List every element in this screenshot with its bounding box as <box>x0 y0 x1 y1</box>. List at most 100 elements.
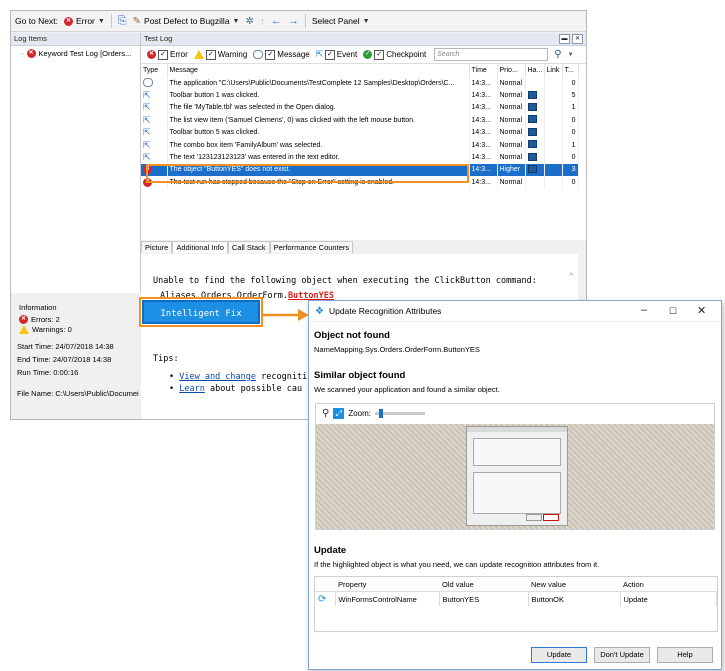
t-cell: 5 <box>562 89 579 102</box>
table-row[interactable]: ⇱ The combo box item 'FamilyAlbum' was se… <box>141 138 579 152</box>
action-cell[interactable]: Update <box>620 591 717 606</box>
tip-text: recogniti <box>256 372 308 382</box>
event-cursor-icon: ⇱ <box>143 102 151 113</box>
picture-icon[interactable] <box>527 115 537 124</box>
settings-button[interactable]: ✲ <box>245 16 253 27</box>
chevron-down-icon: ▼ <box>97 17 105 25</box>
table-row[interactable]: ⟳ WinFormsControlName ButtonYES ButtonOK… <box>315 591 717 606</box>
information-panel: Information ✕ Errors: 2 Warnings: 0 Start… <box>11 294 140 419</box>
type-cell: ⇱ <box>141 101 168 115</box>
column-header-priority[interactable]: Prio... <box>497 64 526 77</box>
tab-performance-counters[interactable]: Performance Counters <box>269 241 354 253</box>
table-row[interactable]: ⇱ The file 'MyTable.tbl' was selected in … <box>141 101 579 115</box>
new-value-cell: ButtonOK <box>528 591 621 606</box>
search-icon[interactable]: ⚲ <box>554 49 561 60</box>
tab-additional-info[interactable]: Additional Info <box>172 241 228 253</box>
column-header-new-value: New value <box>528 577 620 592</box>
filter-message-label: Message <box>277 50 310 59</box>
warning-icon <box>193 50 204 59</box>
zoom-slider[interactable] <box>375 408 425 418</box>
filter-bar: ✕ ✓ Error ✓ Warning ✓ Message ⇱ ✓ Event ✓ ✓ Chec… <box>141 46 586 64</box>
similar-object-heading: Similar object found <box>314 370 406 381</box>
pointer-arrow-icon <box>262 309 309 321</box>
picture-icon[interactable] <box>527 152 537 161</box>
picture-icon[interactable] <box>527 102 537 111</box>
event-cursor-icon: ⇱ <box>143 90 151 101</box>
column-header-link[interactable]: Link <box>544 64 563 77</box>
checkbox-checked-icon[interactable]: ✓ <box>374 49 385 60</box>
log-tree-item[interactable]: - ✕ Keyword Test Log [Orders... <box>11 46 140 58</box>
column-header-time[interactable]: Time <box>469 64 498 77</box>
go-to-next-error-button[interactable]: ✕ Error ▼ <box>64 16 105 26</box>
minimize-icon[interactable]: – <box>641 304 647 316</box>
view-and-change-link[interactable]: View and change <box>179 372 256 382</box>
checkbox-checked-icon[interactable]: ✓ <box>158 49 168 60</box>
help-button[interactable]: Help <box>657 647 713 663</box>
scroll-up-icon[interactable]: ⌃ <box>569 272 574 282</box>
search-input[interactable]: Search <box>434 48 549 61</box>
dialog-title: Update Recognition Attributes <box>328 306 442 316</box>
tab-picture[interactable]: Picture <box>141 241 173 253</box>
minimize-panel-button[interactable]: ▬ <box>559 34 570 44</box>
picture-icon[interactable] <box>527 90 537 99</box>
close-icon[interactable]: ✕ <box>697 304 706 317</box>
error-icon: ✕ <box>64 16 73 26</box>
zoom-slider-thumb[interactable] <box>379 408 383 418</box>
maximize-icon[interactable]: ☐ <box>669 306 677 317</box>
chevron-down-icon: ▼ <box>362 17 370 25</box>
fit-to-window-icon[interactable]: ⤢ <box>333 407 345 419</box>
priority-cell: Normal <box>497 151 526 164</box>
learn-link[interactable]: Learn <box>179 384 205 394</box>
filter-error[interactable]: ✕ ✓ Error <box>147 49 188 60</box>
checkbox-checked-icon[interactable]: ✓ <box>324 49 335 60</box>
post-defect-button[interactable]: ✎ Post Defect to Bugzilla ▼ <box>133 16 240 27</box>
close-panel-button[interactable]: ✕ <box>572 34 583 44</box>
filter-warning[interactable]: ✓ Warning <box>193 49 247 60</box>
column-header-t[interactable]: T... <box>562 64 579 77</box>
t-cell: 0 <box>562 114 579 127</box>
table-row[interactable]: ⇱ Toolbar button 1 was clicked. 14:3... Nor… <box>141 89 579 102</box>
tab-call-stack[interactable]: Call Stack <box>227 241 270 253</box>
message-cell: The file 'MyTable.tbl' was selected in t… <box>167 101 470 115</box>
filter-event[interactable]: ⇱ ✓ Event <box>315 49 357 60</box>
event-cursor-icon: ⇱ <box>315 49 324 59</box>
priority-cell: Normal <box>497 101 526 115</box>
table-row[interactable]: The application "C:\Users\Public\Documen… <box>141 77 579 90</box>
checkbox-checked-icon[interactable]: ✓ <box>205 49 216 60</box>
t-cell: 1 <box>562 138 579 152</box>
update-heading: Update <box>314 545 347 556</box>
column-header-message[interactable]: Message <box>167 64 470 77</box>
column-header-has-picture[interactable]: Ha... <box>525 64 545 77</box>
message-icon <box>253 50 264 59</box>
update-button[interactable]: Update <box>531 647 587 663</box>
picture-icon[interactable] <box>527 164 537 173</box>
filter-checkpoint[interactable]: ✓ ✓ Checkpoint <box>363 49 426 60</box>
test-log-title: Test Log <box>144 34 173 43</box>
t-cell: 3 <box>562 163 579 177</box>
zoom-search-icon[interactable]: ⚲ <box>322 408 329 419</box>
time-cell: 14:3... <box>469 126 498 139</box>
picture-icon[interactable] <box>527 140 537 149</box>
back-arrow-button[interactable]: ← <box>271 15 282 27</box>
checkbox-checked-icon[interactable]: ✓ <box>265 49 276 60</box>
time-cell: 14:3... <box>469 77 498 90</box>
table-row[interactable]: ⇱ The text '123123123123' was entered in … <box>141 151 579 164</box>
tip-item: • Learn about possible cau <box>169 384 303 394</box>
export-button[interactable]: ⎘ <box>118 15 127 28</box>
filter-message[interactable]: ✓ Message <box>253 49 310 60</box>
has-picture-cell <box>525 101 545 115</box>
type-cell: ⇱ <box>141 138 168 152</box>
table-row[interactable]: ⇱ Toolbar button 5 was clicked. 14:3... Nor… <box>141 126 579 139</box>
forward-arrow-button[interactable]: → <box>288 15 299 27</box>
select-panel-button[interactable]: Select Panel ▼ <box>312 16 370 26</box>
up-arrow-button[interactable]: ↑ <box>260 16 265 27</box>
column-header-type[interactable]: Type <box>141 64 168 77</box>
picture-icon[interactable] <box>527 127 537 136</box>
chevron-down-icon[interactable]: ▼ <box>568 52 574 58</box>
link-cell <box>544 114 563 127</box>
table-row[interactable]: ⇱ The list view item ('Samuel Clemens', 0… <box>141 114 579 127</box>
priority-cell: Normal <box>497 176 526 189</box>
dont-update-button[interactable]: Don't Update <box>594 647 650 663</box>
test-log-panel: Test Log ▬ ✕ ✕ ✓ Error ✓ Warning ✓ Message ⇱… <box>141 33 586 240</box>
update-text: If the highlighted object is what you ne… <box>314 560 600 569</box>
